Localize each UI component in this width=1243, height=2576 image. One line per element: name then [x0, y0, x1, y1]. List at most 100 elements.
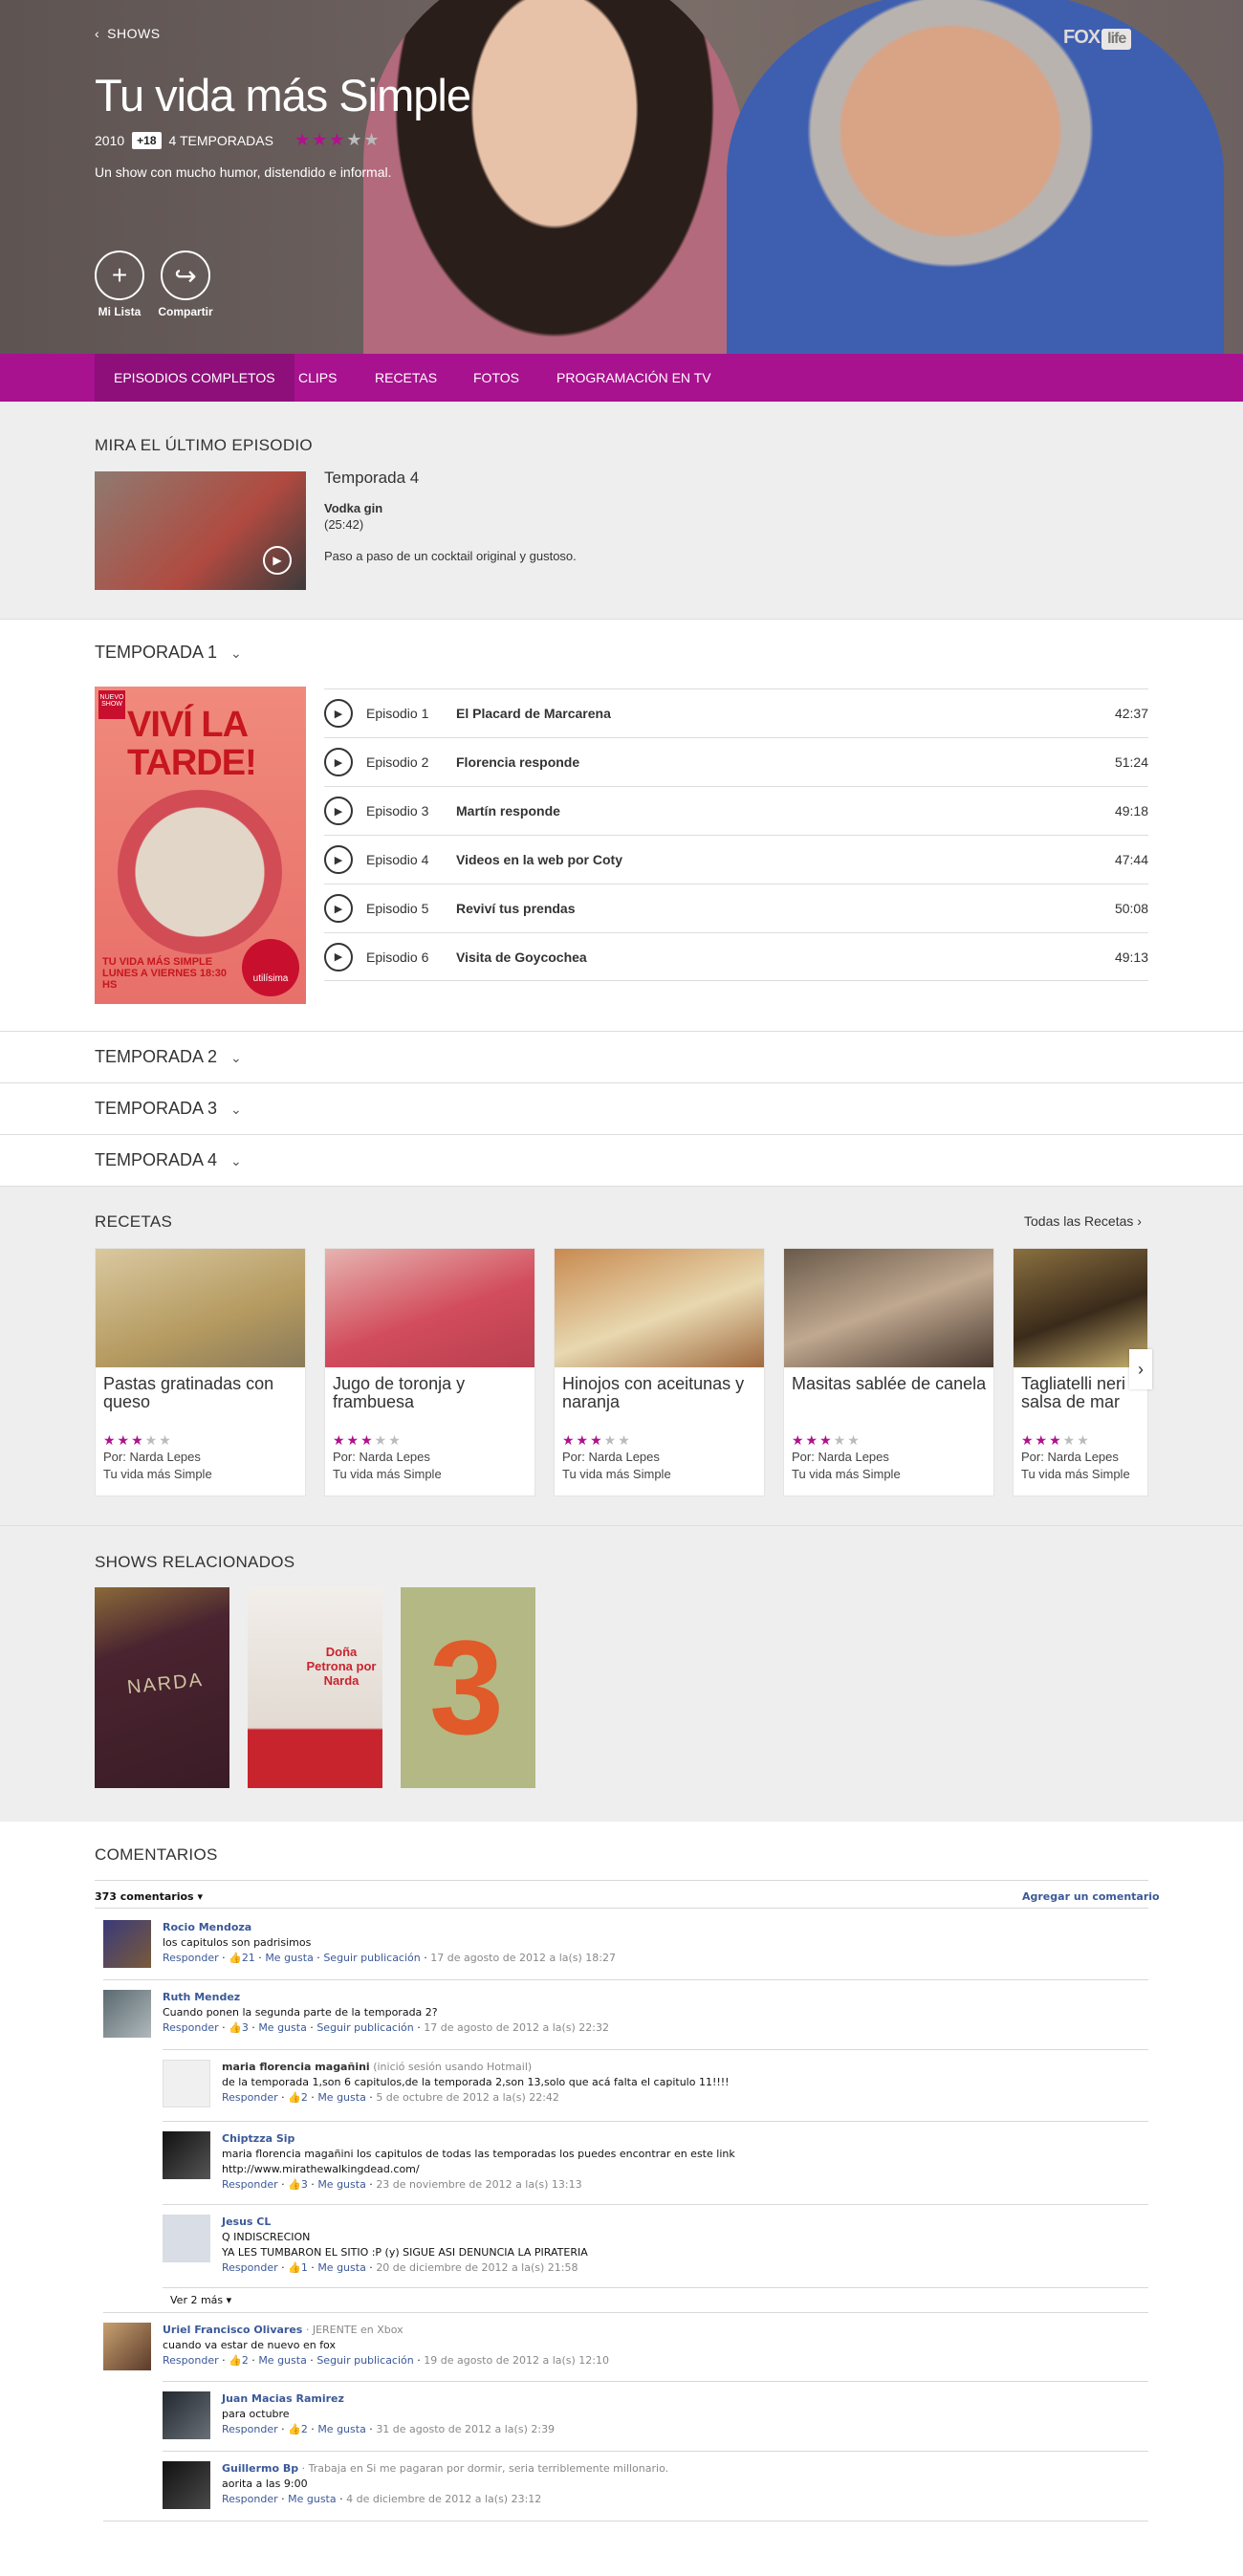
season-1-toggle[interactable]: TEMPORADA 1 ⌄: [95, 643, 242, 663]
tab-programacion[interactable]: PROGRAMACIÓN EN TV: [537, 354, 731, 402]
commenter-name[interactable]: Guillermo Bp: [222, 2462, 298, 2475]
divider: [103, 1979, 1148, 1980]
divider: [0, 619, 1243, 620]
latest-heading: MIRA EL ÚLTIMO EPISODIO: [95, 436, 313, 454]
commenter-name[interactable]: Rocio Mendoza: [163, 1921, 251, 1933]
follow-link[interactable]: Seguir publicación: [323, 1952, 420, 1964]
recipe-card[interactable]: Masitas sablée de canela ★★★★★ Por: Nard…: [783, 1248, 994, 1496]
related-show-card[interactable]: 3: [401, 1587, 535, 1788]
share-button[interactable]: ↪: [161, 251, 210, 300]
all-recipes-link[interactable]: Todas las Recetas ›: [1024, 1213, 1142, 1229]
like-link[interactable]: Me gusta: [317, 2178, 366, 2191]
reply-link[interactable]: Responder: [222, 2493, 278, 2505]
episode-row[interactable]: ▶ Episodio 1 El Placard de Marcarena 42:37: [324, 688, 1148, 737]
play-icon[interactable]: ▶: [324, 699, 353, 728]
episode-row[interactable]: ▶ Episodio 3 Martín responde 49:18: [324, 786, 1148, 835]
hero-image-woman: [363, 0, 746, 354]
comment-date: 17 de agosto de 2012 a la(s) 22:32: [424, 2021, 609, 2034]
recipe-card[interactable]: Pastas gratinadas con queso ★★★★★ Por: N…: [95, 1248, 306, 1496]
play-icon[interactable]: ▶: [324, 894, 353, 923]
season-3-toggle[interactable]: TEMPORADA 3 ⌄: [95, 1099, 242, 1119]
related-show-card[interactable]: Doña Petrona por Narda: [248, 1587, 382, 1788]
like-count[interactable]: 👍2: [288, 2091, 308, 2104]
latest-episode-title[interactable]: Vodka gin: [324, 501, 382, 515]
play-icon[interactable]: ▶: [324, 748, 353, 776]
tab-recetas[interactable]: RECETAS: [356, 354, 456, 402]
show-title: Tu vida más Simple: [95, 70, 471, 120]
episode-row[interactable]: ▶ Episodio 2 Florencia responde 51:24: [324, 737, 1148, 786]
divider: [95, 1880, 1148, 1881]
divider: [0, 1031, 1243, 1032]
like-link[interactable]: Me gusta: [258, 2354, 307, 2367]
reply-link[interactable]: Responder: [222, 2091, 278, 2104]
thumbs-up-icon: 👍: [288, 2423, 301, 2435]
tab-fotos[interactable]: FOTOS: [454, 354, 538, 402]
recipe-card[interactable]: Hinojos con aceitunas y naranja ★★★★★ Po…: [554, 1248, 765, 1496]
new-show-badge: NUEVO SHOW: [98, 690, 125, 719]
play-icon[interactable]: ▶: [324, 942, 353, 971]
like-count[interactable]: 👍21: [229, 1952, 255, 1964]
avatar[interactable]: [103, 1990, 151, 2038]
episode-row[interactable]: ▶ Episodio 4 Videos en la web por Coty 47:4…: [324, 835, 1148, 884]
like-link[interactable]: Me gusta: [265, 1952, 314, 1964]
reply-link[interactable]: Responder: [222, 2261, 278, 2274]
commenter-name[interactable]: maria florencia magañini: [222, 2061, 370, 2073]
add-to-list-button[interactable]: +: [95, 251, 144, 300]
commenter-name[interactable]: Jesus CL: [222, 2216, 271, 2228]
show-more-replies[interactable]: Ver 2 más ▾: [170, 2293, 231, 2308]
comment: Rocio Mendoza los capitulos son padrisim…: [163, 1920, 1138, 1966]
thumbs-up-icon: 👍: [288, 2178, 301, 2191]
tab-episodios[interactable]: EPISODIOS COMPLETOS: [95, 354, 294, 408]
reply-link[interactable]: Responder: [163, 2354, 219, 2367]
like-link[interactable]: Me gusta: [288, 2493, 337, 2505]
avatar[interactable]: [103, 2323, 151, 2370]
like-link[interactable]: Me gusta: [258, 2021, 307, 2034]
commenter-name[interactable]: Ruth Mendez: [163, 1991, 240, 2003]
avatar[interactable]: [163, 2391, 210, 2439]
like-count[interactable]: 👍3: [229, 2021, 249, 2034]
follow-link[interactable]: Seguir publicación: [316, 2021, 413, 2034]
reply-link[interactable]: Responder: [163, 2021, 219, 2034]
comment-date: 5 de octubre de 2012 a la(s) 22:42: [376, 2091, 559, 2104]
play-icon[interactable]: ▶: [324, 845, 353, 874]
avatar[interactable]: [163, 2131, 210, 2179]
avatar[interactable]: [163, 2215, 210, 2262]
reply-link[interactable]: Responder: [163, 1952, 219, 1964]
carousel-next-button[interactable]: ›: [1129, 1349, 1152, 1389]
commenter-name[interactable]: Juan Macias Ramirez: [222, 2392, 344, 2405]
follow-link[interactable]: Seguir publicación: [316, 2354, 413, 2367]
like-link[interactable]: Me gusta: [317, 2091, 366, 2104]
comment-text: los capitulos son padrisimos: [163, 1936, 312, 1949]
recipe-card[interactable]: Jugo de toronja y frambuesa ★★★★★ Por: N…: [324, 1248, 535, 1496]
related-show-card[interactable]: NARDA: [95, 1587, 229, 1788]
latest-episode-thumbnail[interactable]: ▶: [95, 471, 306, 590]
avatar[interactable]: [163, 2461, 210, 2509]
episode-row[interactable]: ▶ Episodio 5 Reviví tus prendas 50:08: [324, 884, 1148, 932]
tab-clips[interactable]: CLIPS: [279, 354, 356, 402]
add-comment-link[interactable]: Agregar un comentario: [1022, 1889, 1160, 1905]
avatar[interactable]: [103, 1920, 151, 1968]
comment-link-text[interactable]: http://www.mirathewalkingdead.com/: [222, 2162, 1140, 2177]
thumbs-up-icon: 👍: [229, 2021, 242, 2034]
reply-link[interactable]: Responder: [222, 2423, 278, 2435]
reply-link[interactable]: Responder: [222, 2178, 278, 2191]
like-count[interactable]: 👍3: [288, 2178, 308, 2191]
like-link[interactable]: Me gusta: [317, 2261, 366, 2274]
play-icon[interactable]: ▶: [324, 797, 353, 825]
avatar[interactable]: [163, 2060, 210, 2107]
comment-count[interactable]: 373 comentarios ▾: [95, 1889, 203, 1905]
episode-row[interactable]: ▶ Episodio 6 Visita de Goycochea 49:13: [324, 932, 1148, 981]
recipe-card[interactable]: Tagliatelli neri salsa de mar ★★★★★ Por:…: [1013, 1248, 1148, 1496]
like-count[interactable]: 👍1: [288, 2261, 308, 2274]
divider: [0, 1134, 1243, 1135]
season-4-toggle[interactable]: TEMPORADA 4 ⌄: [95, 1150, 242, 1170]
comment: Uriel Francisco Olivares · JERENTE en Xb…: [163, 2323, 1138, 2369]
like-count[interactable]: 👍2: [288, 2423, 308, 2435]
like-count[interactable]: 👍2: [229, 2354, 249, 2367]
like-link[interactable]: Me gusta: [317, 2423, 366, 2435]
back-link[interactable]: ‹ SHOWS: [95, 26, 168, 41]
commenter-name[interactable]: Uriel Francisco Olivares: [163, 2324, 302, 2336]
commenter-name[interactable]: Chiptzza Sip: [222, 2132, 294, 2145]
poster-photo: [118, 790, 282, 954]
season-2-toggle[interactable]: TEMPORADA 2 ⌄: [95, 1047, 242, 1067]
